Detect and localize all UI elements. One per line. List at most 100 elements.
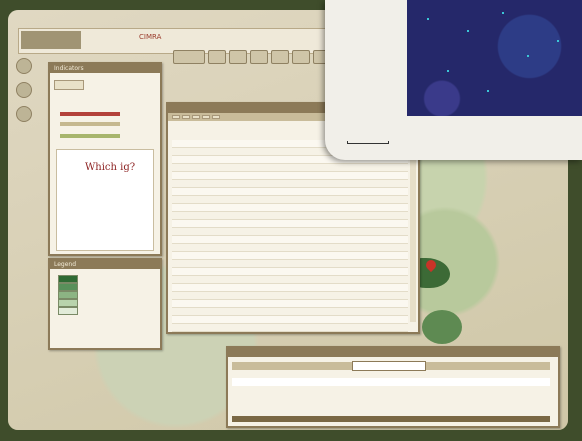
table-cell-name	[172, 324, 366, 331]
table-row[interactable]	[172, 308, 408, 316]
toolbar-button[interactable]	[229, 50, 247, 64]
toolbar-button[interactable]	[250, 50, 268, 64]
table-row[interactable]	[172, 300, 408, 308]
inset-dot	[467, 30, 469, 32]
table-row[interactable]	[172, 180, 408, 188]
table-tab[interactable]	[182, 115, 190, 119]
toolbar-button[interactable]	[208, 50, 226, 64]
scale-bar	[347, 141, 389, 144]
table-tab[interactable]	[172, 115, 180, 119]
table-row[interactable]	[172, 244, 408, 252]
toolbar-button[interactable]	[271, 50, 289, 64]
panel-title: Indicators	[50, 64, 160, 73]
table-cell-name	[172, 236, 366, 243]
details-panel	[226, 346, 560, 428]
table-tab[interactable]	[212, 115, 220, 119]
table-cell-value	[366, 180, 408, 187]
table-row[interactable]	[172, 292, 408, 300]
table-row[interactable]	[172, 212, 408, 220]
zoom-out-icon[interactable]	[16, 82, 32, 98]
legend-swatch	[58, 307, 78, 315]
table-row[interactable]	[172, 324, 408, 332]
info-title: Which ig?	[85, 162, 136, 173]
legend-item	[58, 291, 82, 299]
panel-title	[228, 348, 558, 357]
table-scrollbar[interactable]	[410, 140, 416, 322]
indicator-bar[interactable]	[60, 122, 120, 126]
map-toolbar	[173, 50, 331, 64]
table-row[interactable]	[172, 196, 408, 204]
table-row[interactable]	[172, 188, 408, 196]
table-cell-value	[366, 276, 408, 283]
inset-map	[325, 0, 582, 160]
table-row[interactable]	[172, 284, 408, 292]
table-cell-value	[366, 164, 408, 171]
table-cell-name	[172, 244, 366, 251]
table-cell-value	[366, 268, 408, 275]
table-cell-name	[172, 204, 366, 211]
legend-item	[58, 283, 82, 291]
table-row[interactable]	[172, 164, 408, 172]
table-cell-value	[366, 172, 408, 179]
table-cell-name	[172, 308, 366, 315]
table-cell-value	[366, 308, 408, 315]
tab-indicators[interactable]	[54, 80, 84, 90]
map-region[interactable]	[422, 310, 462, 344]
details-select[interactable]	[352, 361, 426, 371]
table-row[interactable]	[172, 260, 408, 268]
legend-item	[58, 307, 82, 315]
indicators-panel: Indicators Which ig?	[48, 62, 162, 256]
table-row[interactable]	[172, 276, 408, 284]
table-row[interactable]	[172, 228, 408, 236]
indicator-bar[interactable]	[60, 112, 120, 116]
table-cell-name	[172, 212, 366, 219]
table-cell-name	[172, 180, 366, 187]
inset-dot	[427, 18, 429, 20]
details-row[interactable]	[232, 378, 550, 386]
satellite-image[interactable]	[407, 0, 582, 116]
table-tab[interactable]	[192, 115, 200, 119]
table-tab[interactable]	[202, 115, 210, 119]
table-row[interactable]	[172, 236, 408, 244]
inset-dot	[557, 40, 559, 42]
table-cell-value	[366, 300, 408, 307]
table-row[interactable]	[172, 204, 408, 212]
table-cell-name	[172, 196, 366, 203]
table-cell-name	[172, 164, 366, 171]
pan-icon[interactable]	[16, 106, 32, 122]
table-row[interactable]	[172, 268, 408, 276]
table-cell-value	[366, 212, 408, 219]
table-cell-name	[172, 284, 366, 291]
table-cell-name	[172, 260, 366, 267]
header-image	[21, 31, 81, 49]
table-cell-name	[172, 188, 366, 195]
table-row[interactable]	[172, 316, 408, 324]
legend-swatch	[58, 299, 78, 307]
legend-swatch	[58, 291, 78, 299]
table-cell-value	[366, 228, 408, 235]
inset-dot	[487, 90, 489, 92]
app-title: CIMRA	[139, 33, 162, 41]
table-cell-value	[366, 188, 408, 195]
legend-item	[58, 275, 82, 283]
inset-dot	[502, 12, 504, 14]
table-cell-name	[172, 252, 366, 259]
toolbar-button[interactable]	[292, 50, 310, 64]
table-cell-name	[172, 300, 366, 307]
table-cell-value	[366, 236, 408, 243]
table-row[interactable]	[172, 172, 408, 180]
details-footer	[232, 416, 550, 422]
table-row[interactable]	[172, 220, 408, 228]
zoom-in-icon[interactable]	[16, 58, 32, 74]
legend-item	[58, 299, 82, 307]
table-cell-value	[366, 316, 408, 323]
table-cell-value	[366, 244, 408, 251]
table-body	[172, 140, 408, 332]
table-row[interactable]	[172, 252, 408, 260]
legend-swatch	[58, 275, 78, 283]
map-nav-tools	[16, 58, 32, 122]
indicator-bar[interactable]	[60, 134, 120, 138]
legend-panel: Legend	[48, 258, 162, 350]
toolbar-button[interactable]	[173, 50, 205, 64]
table-cell-name	[172, 316, 366, 323]
